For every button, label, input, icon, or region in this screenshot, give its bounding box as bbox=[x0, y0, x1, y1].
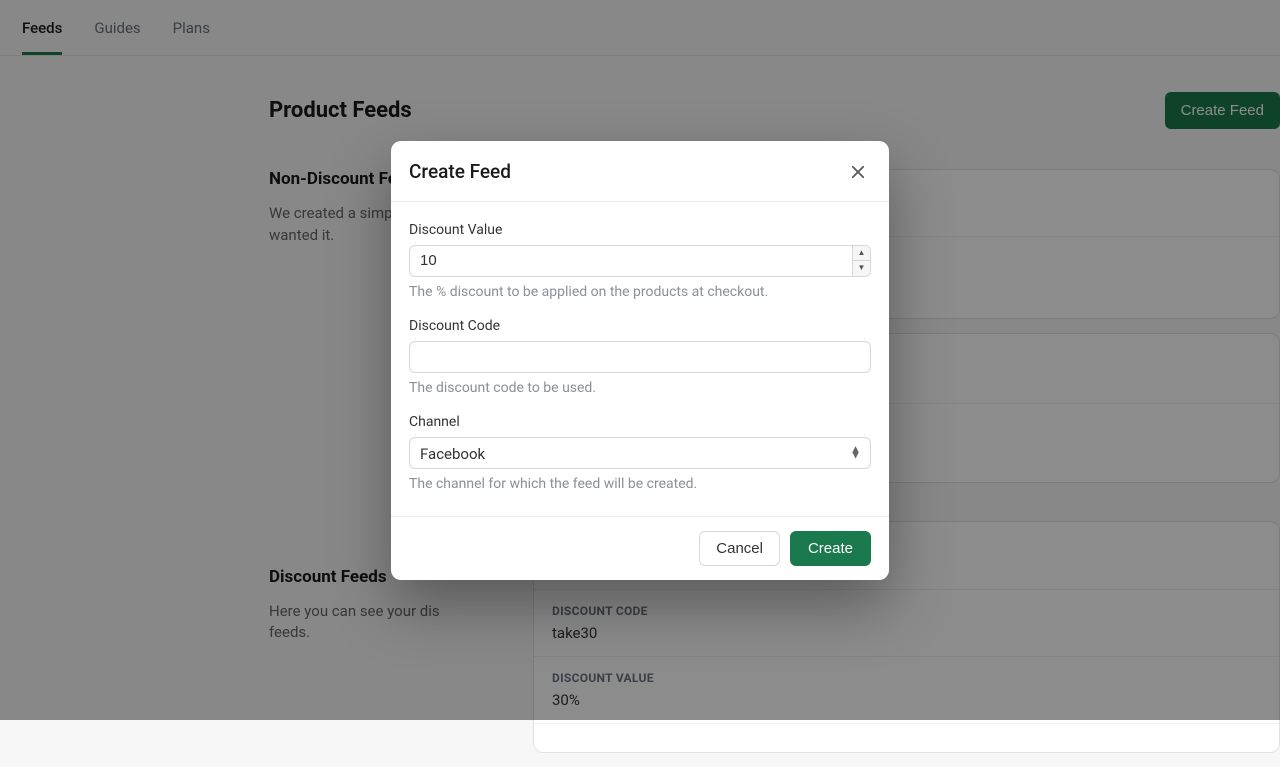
modal-title: Create Feed bbox=[409, 160, 511, 183]
modal-footer: Cancel Create bbox=[391, 516, 889, 580]
discount-code-group: Discount Code The discount code to be us… bbox=[409, 318, 871, 396]
modal-header: Create Feed bbox=[391, 141, 889, 202]
channel-group: Channel Facebook ▲▼ The channel for whic… bbox=[409, 414, 871, 492]
close-icon bbox=[849, 163, 867, 181]
discount-code-help: The discount code to be used. bbox=[409, 380, 871, 396]
channel-help: The channel for which the feed will be c… bbox=[409, 476, 871, 492]
caret-up-icon: ▲ bbox=[858, 249, 866, 257]
discount-code-label: Discount Code bbox=[409, 318, 871, 334]
discount-value-help: The % discount to be applied on the prod… bbox=[409, 284, 871, 300]
modal-overlay[interactable]: Create Feed Discount Value ▲ bbox=[0, 0, 1280, 720]
discount-code-input[interactable] bbox=[409, 341, 871, 373]
number-spinner: ▲ ▼ bbox=[852, 246, 870, 276]
create-button[interactable]: Create bbox=[790, 531, 871, 566]
step-down-button[interactable]: ▼ bbox=[852, 261, 870, 276]
cancel-button[interactable]: Cancel bbox=[699, 531, 780, 566]
close-button[interactable] bbox=[845, 159, 871, 185]
discount-value-label: Discount Value bbox=[409, 222, 871, 238]
discount-value-group: Discount Value ▲ ▼ The % discount to be … bbox=[409, 222, 871, 300]
step-up-button[interactable]: ▲ bbox=[852, 246, 870, 262]
channel-label: Channel bbox=[409, 414, 871, 430]
caret-down-icon: ▼ bbox=[858, 264, 866, 272]
create-feed-modal: Create Feed Discount Value ▲ bbox=[391, 141, 889, 580]
discount-value-input[interactable] bbox=[409, 245, 871, 277]
channel-select[interactable]: Facebook bbox=[409, 437, 871, 469]
modal-body: Discount Value ▲ ▼ The % discount to be … bbox=[391, 202, 889, 516]
